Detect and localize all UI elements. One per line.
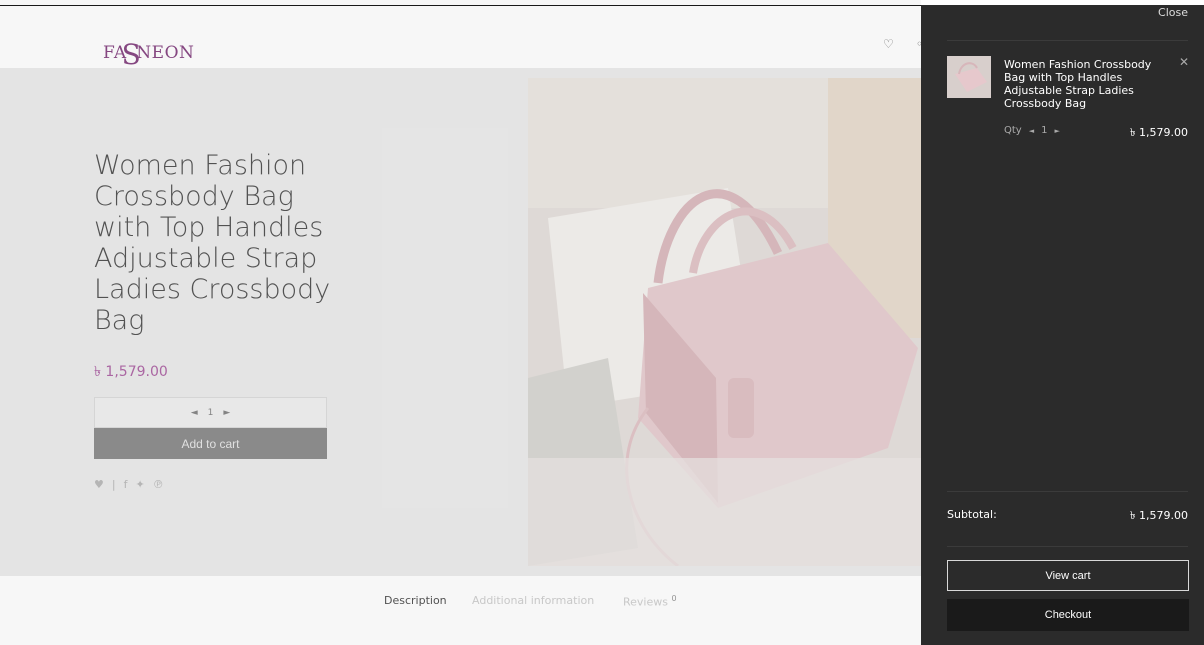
- cart-item-quantity-stepper: Qty ◄ 1 ►: [1004, 125, 1060, 136]
- checkout-button[interactable]: Checkout: [947, 599, 1189, 631]
- cart-drawer: Close Women Fashion Crossbody Bag with T…: [921, 5, 1204, 645]
- close-icon[interactable]: ✕: [1179, 55, 1189, 69]
- divider: [947, 40, 1188, 41]
- qty-value[interactable]: 1: [1041, 125, 1047, 136]
- cart-item-thumbnail[interactable]: [947, 56, 991, 98]
- qty-label: Qty: [1004, 125, 1022, 136]
- subtotal-label: Subtotal:: [947, 508, 997, 521]
- product-page: FASNEON ♡ ◦ Women Fashion Crossbody Bag …: [0, 0, 921, 645]
- page-dim-overlay[interactable]: [0, 0, 921, 645]
- divider: [947, 491, 1188, 492]
- cart-item-name[interactable]: Women Fashion Crossbody Bag with Top Han…: [1004, 58, 1174, 110]
- close-drawer-link[interactable]: Close: [1158, 6, 1188, 19]
- qty-increase-icon[interactable]: ►: [1054, 127, 1059, 135]
- view-cart-button[interactable]: View cart: [947, 560, 1189, 591]
- cart-item-price: ৳ 1,579.00: [1130, 126, 1188, 139]
- divider: [947, 546, 1188, 547]
- subtotal-value: ৳ 1,579.00: [1130, 509, 1188, 522]
- qty-decrease-icon[interactable]: ◄: [1029, 127, 1034, 135]
- bag-thumbnail-image: [947, 56, 991, 98]
